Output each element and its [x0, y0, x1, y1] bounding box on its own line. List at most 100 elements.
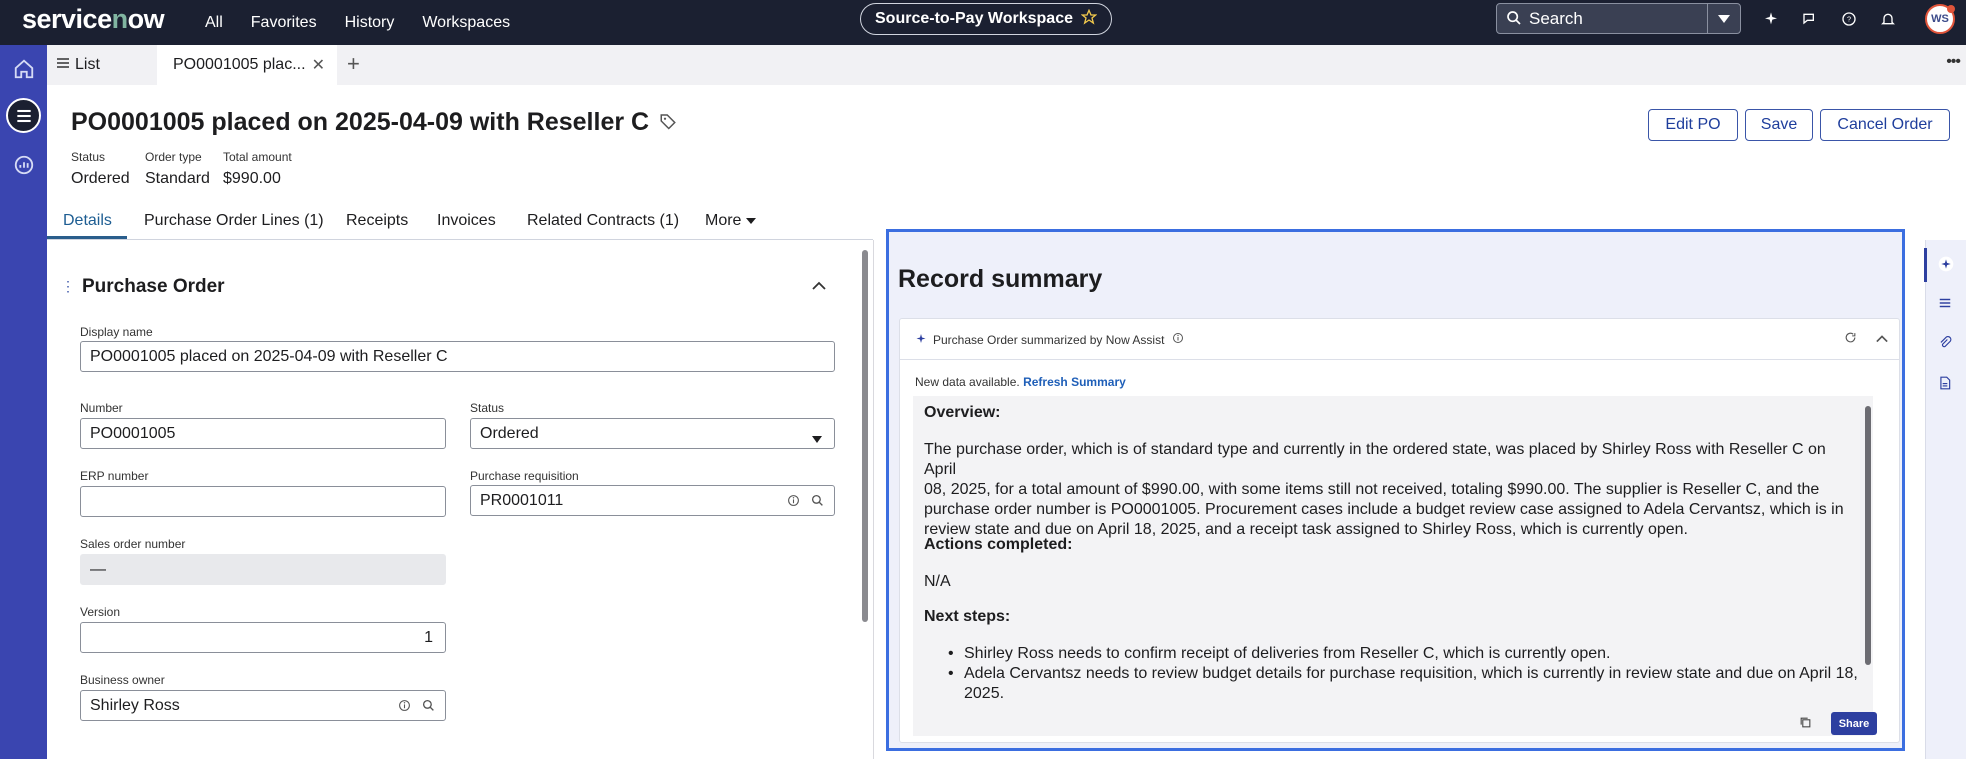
top-utility-icons: ?	[1760, 0, 1899, 38]
erp-number-label: ERP number	[80, 469, 149, 483]
active-rail-indicator	[1924, 248, 1927, 282]
right-utility-rail	[1925, 240, 1966, 759]
tab-receipts[interactable]: Receipts	[346, 212, 408, 230]
section-menu-icon[interactable]: ⋮	[61, 278, 75, 295]
meta-status: Status Ordered	[71, 150, 130, 188]
svg-text:?: ?	[1847, 15, 1851, 24]
attachment-icon[interactable]	[1938, 336, 1952, 355]
summary-card-header: Purchase Order summarized by Now Assist	[900, 319, 1899, 360]
info-icon[interactable]	[398, 699, 411, 717]
tab-more[interactable]: More	[705, 212, 756, 230]
chevron-up-icon[interactable]	[1876, 331, 1888, 349]
overview-heading: Overview:	[924, 404, 1001, 421]
status-select[interactable]: Ordered	[470, 418, 835, 449]
erp-number-field[interactable]	[80, 486, 446, 517]
close-icon[interactable]: ✕	[312, 55, 325, 75]
now-assist-panel-icon[interactable]	[1938, 256, 1954, 277]
chevron-up-icon[interactable]	[812, 278, 826, 296]
lookup-search-icon[interactable]	[811, 494, 824, 512]
summary-scrollbar[interactable]	[1865, 406, 1871, 665]
tab-details[interactable]: Details	[63, 212, 112, 230]
nav-workspaces[interactable]: Workspaces	[422, 14, 510, 32]
edit-po-button[interactable]: Edit PO	[1648, 109, 1738, 141]
tab-purchase-order-lines[interactable]: Purchase Order Lines (1)	[144, 212, 324, 230]
purchase-requisition-field[interactable]: PR0001011	[470, 485, 835, 516]
add-tab-icon[interactable]: +	[347, 51, 360, 77]
workspace-switcher[interactable]: Source-to-Pay Workspace	[860, 3, 1112, 35]
bell-icon[interactable]	[1877, 8, 1899, 30]
next-step-line: Adela Cervantsz needs to review budget d…	[964, 665, 1858, 682]
new-data-notice: New data available. Refresh Summary	[915, 375, 1126, 389]
summary-card-title-wrap: Purchase Order summarized by Now Assist	[933, 332, 1184, 347]
caret-down-icon	[812, 430, 822, 448]
list-icon[interactable]	[6, 98, 41, 133]
star-icon[interactable]	[1080, 8, 1098, 30]
meta-label: Total amount	[223, 150, 292, 164]
cancel-order-button[interactable]: Cancel Order	[1820, 109, 1950, 141]
nav-favorites[interactable]: Favorites	[251, 14, 317, 32]
refresh-icon[interactable]	[1844, 331, 1857, 349]
business-owner-label: Business owner	[80, 673, 165, 687]
overview-line: The purchase order, which is of standard…	[924, 441, 1826, 478]
meta-value: Standard	[145, 170, 210, 187]
sales-order-number-field: —	[80, 554, 446, 585]
active-tab-indicator	[47, 236, 127, 239]
save-button[interactable]: Save	[1745, 109, 1813, 141]
new-data-text: New data available.	[915, 375, 1020, 389]
left-navigation-rail	[0, 45, 47, 759]
tab-invoices[interactable]: Invoices	[437, 212, 496, 230]
sales-order-number-label: Sales order number	[80, 537, 186, 551]
now-assist-sparkle-icon	[915, 332, 927, 350]
tab-related-contracts[interactable]: Related Contracts (1)	[527, 212, 679, 230]
next-step-item: Adela Cervantsz needs to review budget d…	[948, 664, 1859, 704]
overview-text: The purchase order, which is of standard…	[924, 440, 1849, 540]
next-steps-heading: Next steps:	[924, 608, 1011, 625]
tab-record[interactable]: PO0001005 plac... ✕	[157, 45, 337, 85]
display-name-field[interactable]: PO0001005 placed on 2025-04-09 with Rese…	[80, 341, 835, 372]
more-options-icon[interactable]: •••	[1946, 53, 1961, 71]
share-button[interactable]: Share	[1831, 712, 1877, 735]
home-icon[interactable]	[6, 51, 41, 86]
nav-history[interactable]: History	[345, 14, 395, 32]
tab-list[interactable]: List	[57, 45, 100, 85]
meta-value: Ordered	[71, 170, 130, 187]
global-search[interactable]: Search	[1496, 3, 1741, 34]
servicenow-logo[interactable]: servicenow	[22, 4, 165, 35]
business-owner-value: Shirley Ross	[90, 696, 180, 714]
analytics-icon[interactable]	[6, 147, 41, 182]
status-value: Ordered	[480, 424, 539, 442]
overview-line: 08, 2025, for a total amount of $990.00,…	[924, 481, 1820, 498]
panel-divider[interactable]	[873, 240, 874, 759]
caret-down-icon	[745, 212, 756, 229]
search-scope-dropdown[interactable]	[1707, 4, 1740, 33]
record-subtabs: Details Purchase Order Lines (1) Receipt…	[47, 207, 873, 240]
list-menu-icon	[57, 56, 69, 74]
copy-icon[interactable]	[1799, 716, 1812, 734]
version-field[interactable]: 1	[80, 622, 446, 653]
now-assist-icon[interactable]	[1760, 8, 1782, 30]
document-icon[interactable]	[1938, 376, 1952, 395]
refresh-summary-link[interactable]: Refresh Summary	[1023, 375, 1126, 389]
number-field[interactable]: PO0001005	[80, 418, 446, 449]
chat-icon[interactable]	[1799, 8, 1821, 30]
record-header: PO0001005 placed on 2025-04-09 with Rese…	[71, 108, 677, 137]
nav-all[interactable]: All	[205, 14, 223, 32]
tab-more-label: More	[705, 212, 742, 229]
next-step-line: 2025.	[964, 685, 1005, 702]
purchase-requisition-label: Purchase requisition	[470, 469, 579, 483]
top-nav-menu: All Favorites History Workspaces	[205, 0, 510, 45]
info-icon[interactable]	[1172, 332, 1184, 347]
status-label: Status	[470, 401, 505, 415]
info-icon[interactable]	[787, 494, 800, 512]
tag-icon[interactable]	[659, 108, 677, 137]
lookup-search-icon[interactable]	[422, 699, 435, 717]
business-owner-field[interactable]: Shirley Ross	[80, 690, 446, 721]
search-input[interactable]: Search	[1497, 9, 1707, 29]
workspace-name: Source-to-Pay Workspace	[875, 10, 1073, 27]
user-avatar[interactable]: WS	[1925, 4, 1955, 34]
meta-label: Order type	[145, 150, 202, 164]
number-label: Number	[80, 401, 123, 415]
help-icon[interactable]: ?	[1838, 8, 1860, 30]
list-panel-icon[interactable]	[1938, 296, 1952, 315]
form-scrollbar[interactable]	[862, 250, 868, 622]
